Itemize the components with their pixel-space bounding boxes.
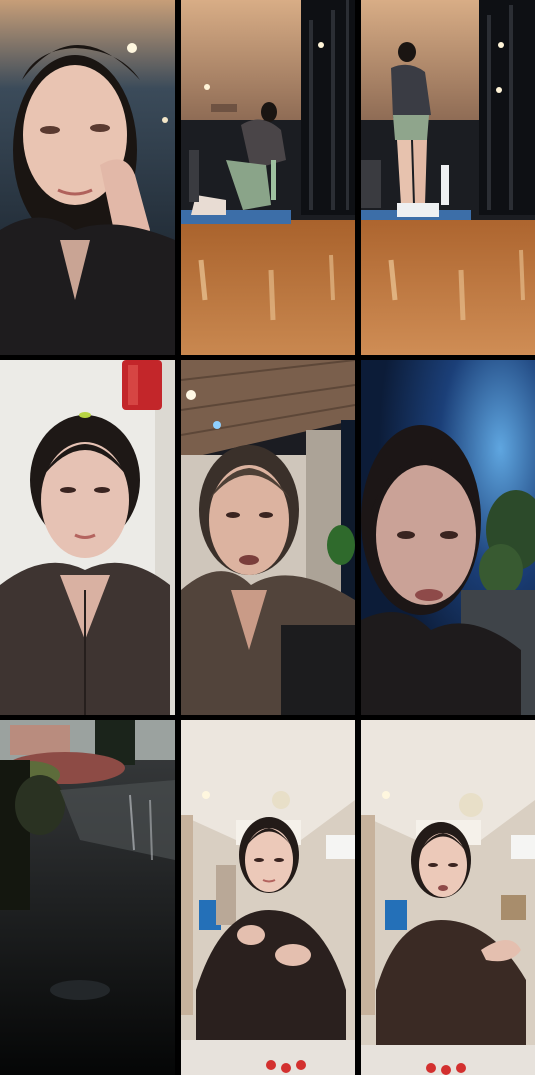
photo-collage: [0, 0, 535, 1075]
selfie-white-wall-image: [0, 360, 175, 715]
selfie-living-room-image: [181, 720, 355, 1075]
photo-tile-9: [361, 720, 535, 1075]
photo-tile-4: [0, 360, 175, 715]
photo-tile-8: [181, 720, 355, 1075]
photo-tile-7: [0, 720, 175, 1075]
photo-tile-6: [361, 360, 535, 715]
selfie-outdoor-night-image: [181, 360, 355, 715]
selfie-night-blue-image: [361, 360, 535, 715]
photo-tile-2: [181, 0, 355, 355]
selfie-living-room-2-image: [361, 720, 535, 1075]
selfie-gym-closeup-image: [0, 0, 175, 355]
photo-tile-1: [0, 0, 175, 355]
photo-tile-5: [181, 360, 355, 715]
gym-kneeling-image: [181, 0, 355, 355]
photo-tile-3: [361, 0, 535, 355]
rainy-street-image: [0, 720, 175, 1075]
gym-standing-image: [361, 0, 535, 355]
